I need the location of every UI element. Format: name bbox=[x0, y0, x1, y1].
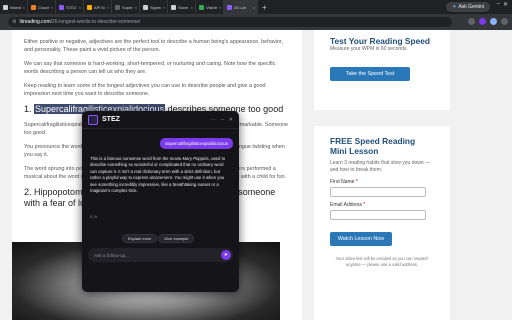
ask-gemini-label: Ask Gemini bbox=[458, 4, 484, 10]
new-tab-button[interactable]: + bbox=[258, 3, 267, 12]
bookmark-icon[interactable] bbox=[468, 18, 475, 25]
speed-test-title: Test Your Reading Speed bbox=[330, 36, 431, 46]
browser-tab[interactable]: Visible × bbox=[196, 0, 224, 14]
tab-label: API Key bbox=[94, 4, 105, 10]
user-message: Supercalifragilisticexpialidocious bbox=[160, 138, 233, 149]
url-field[interactable]: ⚙ litreading.com/26-longest-words-to-des… bbox=[8, 17, 452, 27]
ask-gemini-button[interactable]: ✦ Ask Gemini bbox=[446, 2, 490, 12]
sidebar: Test Your Reading Speed Measure your WPM… bbox=[314, 30, 454, 320]
tab-close-icon[interactable]: × bbox=[163, 5, 167, 10]
close-icon[interactable]: ✕ bbox=[229, 117, 233, 123]
tab-label: Stove L bbox=[178, 4, 189, 10]
tab-label: Visible bbox=[206, 4, 217, 10]
browser-tab[interactable]: API Key× bbox=[84, 0, 112, 14]
tab-favicon-icon bbox=[227, 4, 232, 10]
email-label: Email Address * bbox=[330, 202, 366, 208]
browser-tab[interactable]: Superc× bbox=[112, 0, 140, 14]
tab-favicon-icon bbox=[143, 4, 148, 10]
follow-up-input-wrap: ➤ bbox=[88, 248, 233, 262]
tab-close-icon[interactable]: × bbox=[135, 5, 139, 10]
give-example-chip[interactable]: Give example bbox=[158, 234, 195, 243]
tab-label: 26 Lon bbox=[234, 4, 247, 10]
tab-label: Superc bbox=[122, 4, 133, 10]
address-bar: ⚙ litreading.com/26-longest-words-to-des… bbox=[0, 14, 512, 30]
tab-favicon-icon bbox=[87, 4, 92, 10]
mini-lesson-title: FREE Speed Reading Mini Lesson bbox=[330, 136, 416, 156]
site-info-icon[interactable]: ⚙ bbox=[12, 19, 16, 25]
mini-lesson-subtitle: Learn 3 reading habits that slow you dow… bbox=[330, 160, 431, 173]
browser-tab[interactable]: Cloudfl× bbox=[28, 0, 56, 14]
speed-test-button[interactable]: Take the Speed Test bbox=[330, 67, 410, 81]
tab-favicon-icon bbox=[115, 4, 120, 10]
stez-header: STEZ ⋯ – ✕ bbox=[82, 111, 239, 129]
extension-icons bbox=[468, 18, 508, 25]
article-paragraph: Either positive or negative, adjectives … bbox=[24, 39, 284, 53]
article-paragraph: Keep reading to learn some of the longes… bbox=[24, 83, 266, 97]
mini-lesson-card: FREE Speed Reading Mini Lesson Learn 3 r… bbox=[314, 126, 450, 320]
tab-favicon-icon bbox=[59, 4, 64, 10]
stez-panel: STEZ ⋯ – ✕ Supercalifragilisticexpialido… bbox=[82, 111, 239, 292]
gemini-icon: ✦ bbox=[452, 4, 457, 10]
tab-close-icon[interactable]: × bbox=[219, 5, 223, 10]
email-field[interactable] bbox=[330, 210, 426, 220]
explain-more-chip[interactable]: Explain more bbox=[122, 234, 158, 243]
minimize-icon[interactable]: – bbox=[497, 1, 500, 7]
tab-label: linkedin bbox=[10, 4, 21, 10]
browser-tab[interactable]: STEZ C× bbox=[56, 0, 84, 14]
tab-favicon-icon bbox=[199, 4, 204, 10]
url-text: litreading.com/26-longest-words-to-descr… bbox=[19, 19, 141, 25]
browser-tab[interactable]: linkedin× bbox=[0, 0, 28, 14]
tab-favicon-icon bbox=[3, 4, 8, 10]
menu-icon[interactable] bbox=[501, 18, 508, 25]
minimize-icon[interactable]: – bbox=[221, 117, 224, 123]
tab-favicon-icon bbox=[171, 4, 176, 10]
speed-test-card: Test Your Reading Speed Measure your WPM… bbox=[314, 30, 450, 110]
first-name-field[interactable] bbox=[330, 187, 426, 197]
tab-close-icon[interactable]: × bbox=[79, 5, 83, 10]
article-paragraph: We can say that someone is hard-working,… bbox=[24, 61, 276, 75]
first-name-label: First Name * bbox=[330, 179, 358, 185]
speed-test-subtitle: Measure your WPM in 60 seconds. bbox=[330, 46, 408, 52]
assistant-message: This is a famous nonsense word from the … bbox=[90, 156, 226, 194]
tab-close-icon[interactable]: × bbox=[23, 5, 27, 10]
web-page: Either positive or negative, adjectives … bbox=[0, 30, 512, 320]
stez-title: STEZ bbox=[102, 116, 120, 123]
browser-tab[interactable]: Signed× bbox=[140, 0, 168, 14]
browser-tab[interactable]: 26 Lon × bbox=[224, 0, 258, 14]
tab-close-icon[interactable]: × bbox=[191, 5, 195, 10]
tab-label: Cloudfl bbox=[38, 4, 49, 10]
tab-label: Signed bbox=[150, 4, 161, 10]
send-icon[interactable]: ➤ bbox=[221, 250, 231, 260]
extension-icon[interactable] bbox=[479, 18, 486, 25]
message-timestamp: 8:3s bbox=[90, 214, 98, 219]
stez-logo bbox=[88, 114, 98, 125]
watch-lesson-button[interactable]: Watch Lesson Now bbox=[330, 232, 392, 246]
browser-tab[interactable]: Stove L× bbox=[168, 0, 196, 14]
close-window-icon[interactable]: ✕ bbox=[503, 1, 508, 8]
fine-print: Your video link will be emailed so you c… bbox=[335, 256, 429, 267]
more-icon[interactable]: ⋯ bbox=[211, 117, 216, 123]
tab-strip: linkedin×Cloudfl×STEZ C×API Key×Superc×S… bbox=[0, 0, 512, 14]
tab-favicon-icon bbox=[31, 4, 36, 10]
profile-avatar[interactable] bbox=[490, 18, 497, 25]
tab-close-icon[interactable]: × bbox=[253, 5, 257, 10]
tab-label: STEZ C bbox=[66, 4, 77, 10]
tab-close-icon[interactable]: × bbox=[107, 5, 111, 10]
tab-close-icon[interactable]: × bbox=[51, 5, 55, 10]
follow-up-input[interactable] bbox=[94, 252, 214, 258]
